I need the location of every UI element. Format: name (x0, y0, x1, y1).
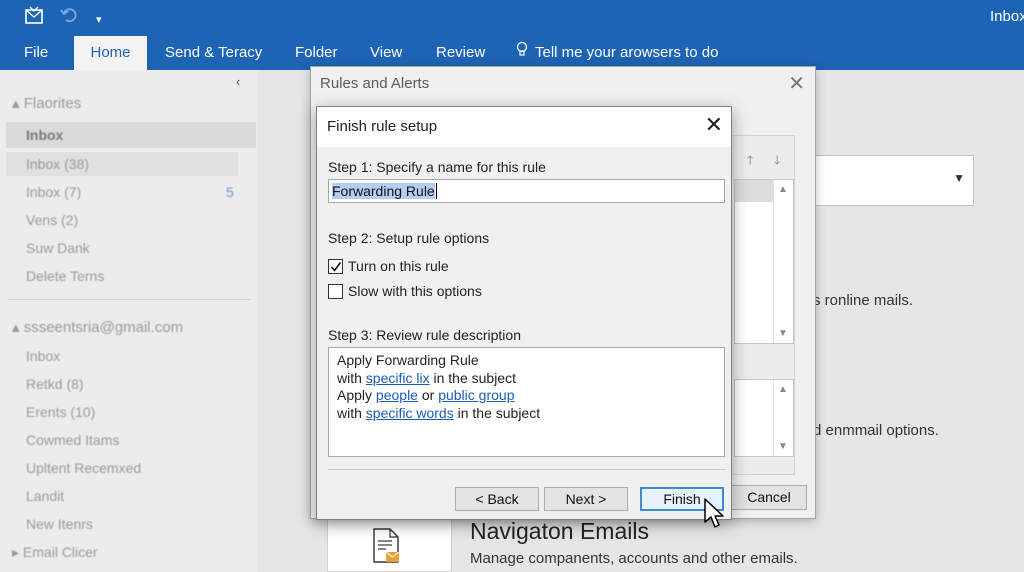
nav-item-favorite[interactable]: Inbox (7) (26, 184, 81, 200)
slow-options-option[interactable]: Slow with this options (328, 282, 482, 300)
nav-item-folder[interactable]: Inbox (26, 348, 60, 364)
ribbon-tabs: File Home Send & Teracy Folder View Revi… (0, 36, 1024, 70)
send-receive-icon[interactable] (24, 6, 44, 32)
rules-dialog-title: Rules and Alerts (320, 75, 430, 92)
nav-item-favorite[interactable]: Vens (2) (26, 212, 78, 228)
checkbox-checked[interactable] (328, 259, 343, 274)
navigation-emails-title[interactable]: Navigaton Emails (470, 518, 649, 545)
selected-rule-row[interactable] (735, 180, 773, 202)
description-line: Apply Forwarding Rule (337, 352, 479, 368)
public-group-link[interactable]: public group (438, 387, 514, 403)
mouse-cursor-icon (704, 498, 724, 528)
rules-list[interactable]: ▲ ▼ (734, 179, 794, 344)
nav-item-favorite[interactable]: Suw Dank (26, 240, 90, 256)
specific-lix-link[interactable]: specific lix (366, 370, 430, 386)
tab-folder[interactable]: Folder (295, 36, 338, 70)
people-link[interactable]: people (376, 387, 418, 403)
scrollbar[interactable]: ▲ ▼ (773, 380, 793, 456)
lightbulb-icon (515, 36, 529, 70)
rule-description-box: Apply Forwarding Rule with specific lix … (328, 347, 725, 457)
navigation-emails-card-icon-tile[interactable] (327, 515, 452, 572)
customize-quick-access-icon[interactable]: ▾ (96, 9, 102, 31)
tell-me-box[interactable]: Tell me your arowsers to do (515, 36, 718, 70)
next-button[interactable]: Next > (544, 487, 628, 511)
nav-item-favorite[interactable]: Inbox (26, 127, 63, 143)
close-icon[interactable]: ✕ (788, 71, 805, 96)
scroll-up-icon[interactable]: ▲ (778, 384, 788, 395)
description-line: Apply people or public group (337, 387, 515, 403)
back-button[interactable]: < Back (455, 487, 539, 511)
description-line: with specific words in the subject (337, 404, 541, 421)
scroll-up-icon[interactable]: ▲ (778, 184, 788, 195)
account-header[interactable]: ▴ ssseentsria@gmail.com (12, 318, 183, 336)
step3-label: Step 3: Review rule description (328, 327, 521, 343)
collapse-pane-icon[interactable]: ‹ (236, 74, 240, 89)
nav-item-folder[interactable]: Landit (26, 488, 64, 504)
turn-on-rule-option[interactable]: Turn on this rule (328, 257, 449, 275)
tab-view[interactable]: View (370, 36, 402, 70)
nav-item-folder[interactable]: Erents (10) (26, 404, 95, 420)
app-title: Inbox (990, 8, 1024, 25)
nav-divider (8, 299, 250, 300)
description-line: with specific lix in the subject (337, 369, 516, 386)
finish-rule-setup-dialog: Finish rule setup ✕ Step 1: Specify a na… (316, 106, 732, 520)
step1-label: Step 1: Specify a name for this rule (328, 159, 546, 175)
dialog-title: Finish rule setup (327, 118, 438, 135)
scroll-down-icon[interactable]: ▼ (778, 441, 788, 452)
navigation-emails-subtitle: Manage companents, accounts and other em… (470, 550, 798, 567)
nav-item-folder[interactable]: New Itenrs (26, 516, 93, 532)
scrollbar[interactable]: ▲ ▼ (773, 180, 793, 343)
nav-item-folder[interactable]: Upltent Recemxed (26, 460, 141, 476)
specific-words-link[interactable]: specific words (366, 405, 454, 421)
rule-description-pane: ▲ ▼ (734, 379, 794, 457)
move-down-icon[interactable]: 🡓 (774, 151, 780, 172)
background-dropdown[interactable]: ▼ (806, 155, 974, 206)
background-text: d enmmail options. (813, 422, 939, 439)
background-text: s ronline mails. (813, 292, 914, 309)
scroll-down-icon[interactable]: ▼ (778, 328, 788, 339)
nav-item-folder[interactable]: Cowmed Itams (26, 432, 119, 448)
tab-home[interactable]: Home (74, 36, 147, 70)
undo-icon[interactable] (60, 6, 78, 30)
nav-item-favorite[interactable]: Delete Terns (26, 268, 104, 284)
unread-count-badge: 5 (226, 184, 234, 200)
nav-item-folder[interactable]: ▸ Email Clicer (12, 544, 98, 561)
dialog-header: Finish rule setup ✕ (317, 107, 731, 147)
tell-me-text: Tell me your arowsers to do (535, 44, 719, 61)
rule-name-input[interactable]: Forwarding Rule (328, 179, 725, 203)
checkbox-unchecked[interactable] (328, 284, 343, 299)
favorites-header[interactable]: ▴ Flaorites (12, 94, 81, 112)
tab-file[interactable]: File (24, 36, 48, 70)
option-label: Turn on this rule (348, 258, 449, 274)
tab-review[interactable]: Review (436, 36, 485, 70)
move-up-icon[interactable]: 🡑 (747, 151, 753, 172)
nav-item-folder[interactable]: Retkd (8) (26, 376, 84, 392)
tab-send-receive[interactable]: Send & Teracy (165, 36, 262, 70)
navigation-pane: ‹ ▴ Flaorites Inbox Inbox (38) Inbox (7)… (0, 70, 258, 572)
dropdown-caret-icon: ▼ (953, 171, 965, 185)
option-label: Slow with this options (348, 283, 482, 299)
selected-text: Forwarding Rule (332, 183, 435, 199)
close-icon[interactable]: ✕ (705, 112, 723, 138)
document-mail-icon (373, 528, 400, 563)
step2-label: Step 2: Setup rule options (328, 230, 490, 246)
cancel-button[interactable]: Cancel (731, 485, 807, 510)
divider (328, 469, 725, 470)
title-bar: ▾ Inbox (0, 0, 1024, 36)
nav-item-favorite[interactable]: Inbox (38) (26, 156, 89, 172)
